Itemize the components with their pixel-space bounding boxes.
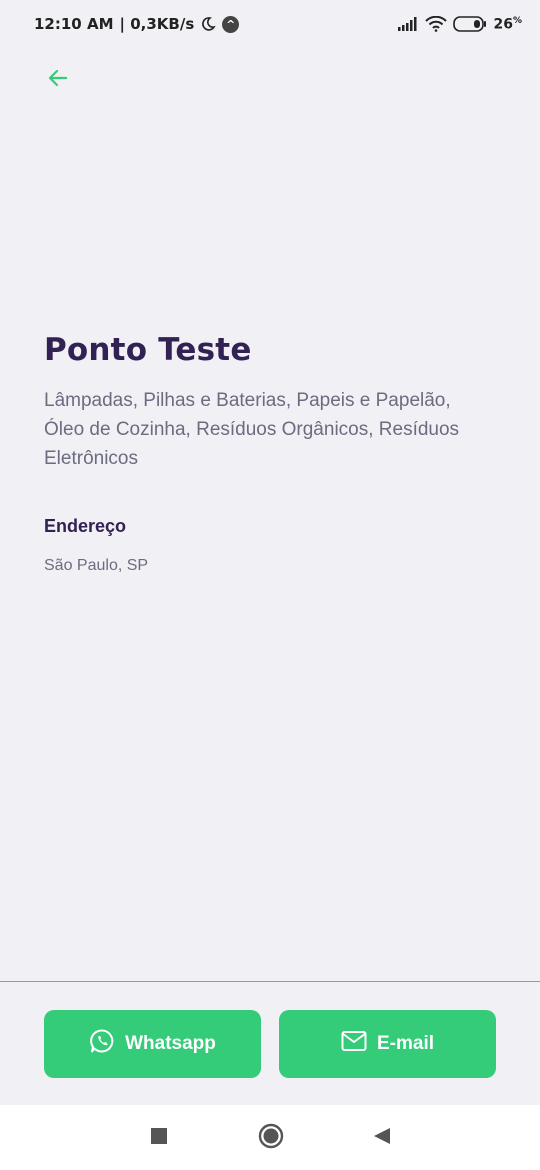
status-left: 12:10 AM | 0,3KB/s ^ [34,15,240,33]
square-icon [151,1127,167,1149]
status-right: 26% [397,15,522,33]
email-label: E-mail [376,1033,435,1054]
battery-level: 26% [493,15,522,33]
back-button[interactable] [40,62,76,98]
whatsapp-icon [89,1028,115,1060]
address-value: São Paulo, SP [44,557,149,574]
arrow-left-icon [46,66,70,95]
moon-icon [200,16,216,32]
system-nav-bar [0,1105,540,1170]
point-title: Ponto Teste [44,332,252,368]
status-bar: 12:10 AM | 0,3KB/s ^ 26% [0,0,540,48]
mail-icon [341,1030,367,1058]
status-time: 12:10 AM [34,15,114,33]
wifi-icon [425,16,448,32]
email-button[interactable]: E-mail [279,1010,496,1078]
point-items: Lâmpadas, Pilhas e Baterias, Papeis e Pa… [44,390,460,469]
whatsapp-button[interactable]: Whatsapp [44,1010,261,1078]
notification-icon: ^ [222,15,240,33]
status-speed: | 0,3KB/s [119,15,195,33]
footer: Whatsapp E-mail [0,981,540,1105]
recents-button[interactable] [144,1123,174,1153]
signal-icon [397,17,419,31]
battery-icon [453,16,487,32]
address-title: Endereço [44,516,127,536]
home-button[interactable] [256,1123,286,1153]
system-back-button[interactable] [367,1123,397,1153]
whatsapp-label: Whatsapp [125,1033,216,1054]
circle-icon [258,1123,284,1154]
triangle-back-icon [373,1127,391,1150]
